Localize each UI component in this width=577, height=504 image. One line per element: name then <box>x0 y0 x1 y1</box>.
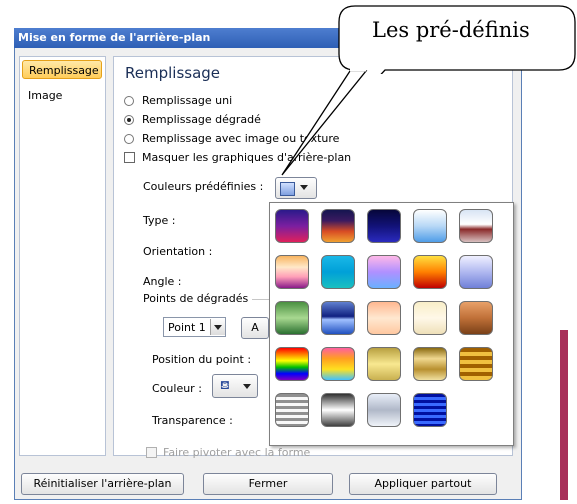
slide-edge <box>522 28 577 504</box>
preset-swatch[interactable] <box>367 255 401 289</box>
checkbox-hide-graphics[interactable] <box>124 152 135 163</box>
dialog-title: Mise en forme de l'arrière-plan <box>18 31 211 44</box>
label-gradient-stops: Points de dégradés <box>143 292 249 305</box>
preset-swatch[interactable] <box>321 209 355 243</box>
label-preset-colors: Couleurs prédéfinies : <box>143 180 264 193</box>
preset-swatch[interactable] <box>321 301 355 335</box>
panel-title: Remplissage <box>125 64 221 82</box>
preset-swatch[interactable] <box>413 347 447 381</box>
nav-item-fill[interactable]: Remplissage <box>22 60 102 79</box>
gradient-stop-select[interactable]: Point 1 <box>163 317 226 337</box>
preset-swatch[interactable] <box>367 209 401 243</box>
label-stop-position: Position du point : <box>152 353 252 366</box>
preset-swatch[interactable] <box>275 347 309 381</box>
preset-swatch[interactable] <box>459 209 493 243</box>
preset-swatch[interactable] <box>321 255 355 289</box>
preset-swatch[interactable] <box>275 209 309 243</box>
callout-pointer <box>281 68 368 176</box>
select-button[interactable] <box>210 319 225 335</box>
color-picker-button[interactable]: ⛾ <box>212 374 258 398</box>
preset-swatch[interactable] <box>367 393 401 427</box>
preset-swatch[interactable] <box>321 393 355 427</box>
chevron-down-icon <box>214 325 222 330</box>
label-orientation: Orientation : <box>143 245 213 258</box>
label-transparency: Transparence : <box>152 414 233 427</box>
category-list <box>19 56 106 456</box>
checkbox-rotate-with-shape <box>146 447 157 458</box>
preset-swatch[interactable] <box>413 209 447 243</box>
apply-all-button[interactable]: Appliquer partout <box>349 473 497 495</box>
close-button[interactable]: Fermer <box>203 473 333 495</box>
nav-item-image[interactable]: Image <box>22 86 102 105</box>
preset-swatch[interactable] <box>321 347 355 381</box>
label-solid-fill: Remplissage uni <box>142 94 233 107</box>
preset-swatch[interactable] <box>413 393 447 427</box>
preset-swatch[interactable] <box>367 301 401 335</box>
label-rotate-with-shape: Faire pivoter avec la forme <box>163 446 311 459</box>
chevron-down-icon <box>243 384 251 389</box>
preset-swatch[interactable] <box>413 255 447 289</box>
paint-bucket-icon: ⛾ <box>220 378 230 392</box>
label-gradient-fill: Remplissage dégradé <box>142 113 261 126</box>
preset-swatch[interactable] <box>275 301 309 335</box>
gradient-stops-divider <box>252 299 269 300</box>
radio-solid-fill[interactable] <box>124 96 134 106</box>
preset-swatch[interactable] <box>459 347 493 381</box>
radio-picture-fill[interactable] <box>124 134 134 144</box>
preset-swatch[interactable] <box>275 255 309 289</box>
slide-decoration <box>560 330 568 500</box>
callout-text: Les pré-définis <box>372 18 530 42</box>
preset-swatch[interactable] <box>367 347 401 381</box>
preset-swatch[interactable] <box>459 301 493 335</box>
gradient-stop-value: Point 1 <box>168 321 206 334</box>
radio-gradient-fill[interactable] <box>124 115 134 125</box>
preset-swatch[interactable] <box>413 301 447 335</box>
preset-swatch[interactable] <box>459 255 493 289</box>
label-angle: Angle : <box>143 275 182 288</box>
label-type: Type : <box>143 214 176 227</box>
label-color: Couleur : <box>152 382 202 395</box>
preset-swatch[interactable] <box>275 393 309 427</box>
add-stop-button[interactable]: A <box>241 317 269 339</box>
reset-background-button[interactable]: Réinitialiser l'arrière-plan <box>21 473 184 495</box>
